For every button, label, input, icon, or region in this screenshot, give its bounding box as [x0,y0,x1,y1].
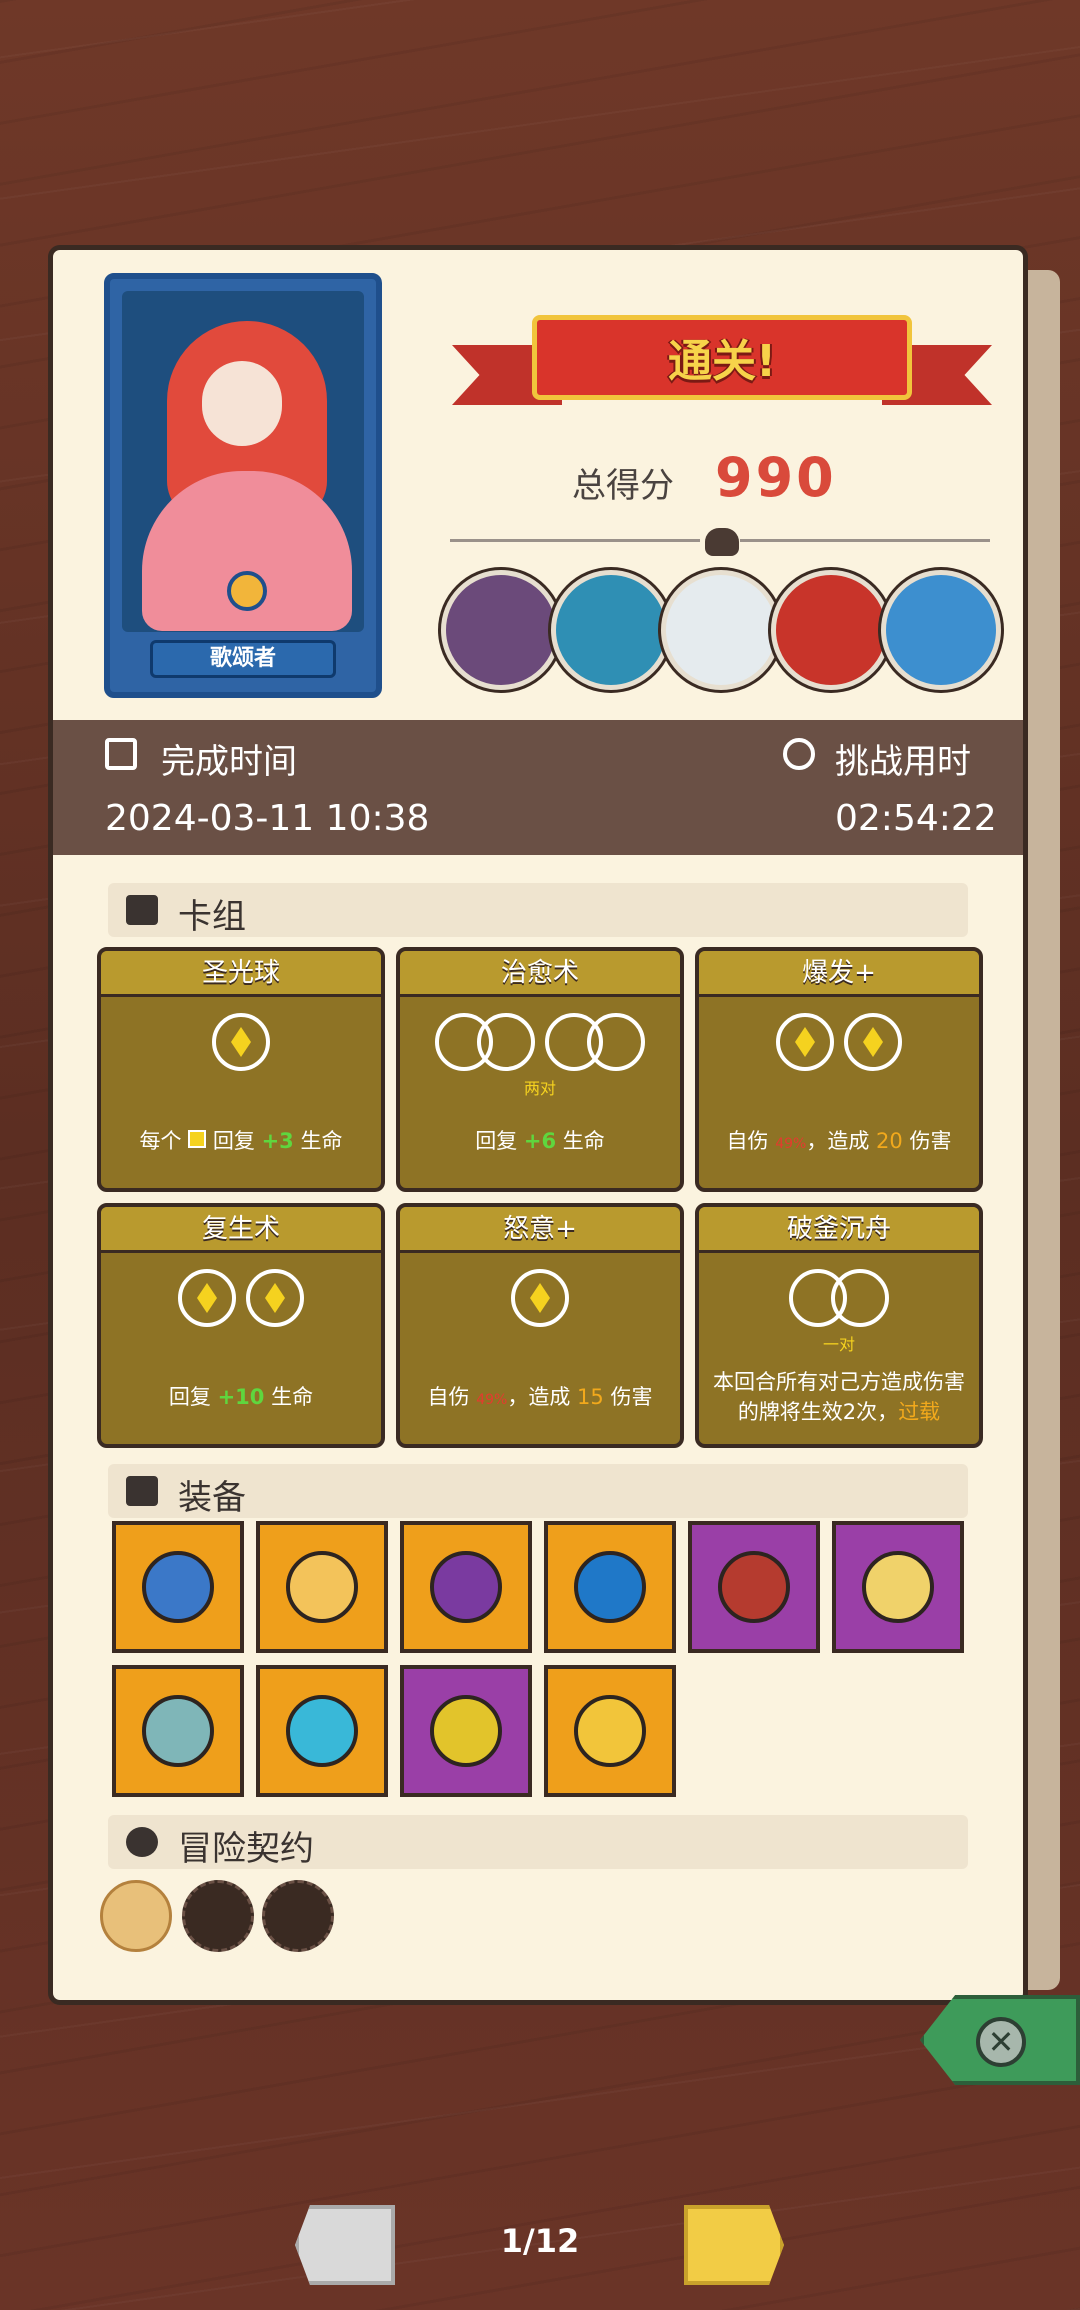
gem-icon [188,1130,207,1148]
score-label: 总得分 [572,466,674,506]
boss-portrait[interactable] [881,570,1001,690]
prev-page-button[interactable] [295,2205,395,2285]
equipment-slot[interactable] [400,1665,532,1797]
golden-eye-box-icon [430,1695,502,1767]
banner-title: 通关! [667,336,777,387]
card-description: 本回合所有对己方造成伤害的牌将生效2次，过载 [713,1370,965,1424]
gem-slot [844,1013,902,1071]
card-title: 圣光球 [101,951,381,997]
scroll-icon[interactable] [100,1880,172,1952]
stopwatch-icon [783,738,815,770]
divider-line-right [740,539,990,542]
equipment-slot[interactable] [400,1521,532,1653]
golden-compass-icon [862,1551,934,1623]
card-title: 破釜沉舟 [699,1207,979,1253]
cards-icon [126,895,158,925]
green-potion-icon[interactable] [262,1880,334,1952]
card-description: 回复 +10 生命 [168,1385,314,1409]
next-page-button[interactable] [684,2205,784,2285]
score-value: 990 [715,446,837,509]
equipment-slot[interactable] [112,1521,244,1653]
equipment-title: 装备 [178,1478,246,1518]
card-description: 每个 回复 +3 生命 [139,1129,343,1153]
card-title: 复生术 [101,1207,381,1253]
finish-time-value: 2024-03-11 10:38 [105,798,430,839]
boss-list [441,570,1011,695]
challenge-time-label: 挑战用时 [835,742,971,782]
hero-name: 歌颂者 [150,640,336,678]
gem-slot [511,1269,569,1327]
card-slots [400,1269,680,1339]
skill-card[interactable]: 圣光球 每个 回复 +3 生命 [97,947,385,1192]
victory-banner: 通关! [452,285,992,435]
teal-vase-icon [142,1695,214,1767]
skill-card[interactable]: 复生术 回复 +10 生命 [97,1203,385,1448]
boss-portrait[interactable] [661,570,781,690]
skull-icon [705,528,739,556]
finish-time-label: 完成时间 [161,742,297,782]
card-slots [101,1013,381,1083]
calendar-icon [105,738,137,770]
divider-line-left [450,539,700,542]
card-slots [101,1269,381,1339]
contracts-title: 冒险契约 [178,1829,314,1869]
challenge-time-value: 02:54:22 [835,798,997,839]
card-title: 治愈术 [400,951,680,997]
pair-slot [545,1013,645,1083]
gem-slot [212,1013,270,1071]
card-slots [400,1013,680,1083]
hero-face [202,361,282,446]
crystal-crown-icon [286,1695,358,1767]
cube-icon [126,1476,158,1506]
pair-slot [435,1013,535,1083]
card-description: 回复 +6 生命 [475,1129,605,1153]
red-bracelet-icon [718,1551,790,1623]
skill-card[interactable]: 破釜沉舟 一对 本回合所有对己方造成伤害的牌将生效2次，过载 [695,1203,983,1448]
equipment-slot[interactable] [832,1521,964,1653]
gem-slot [246,1269,304,1327]
contracts-section-header: 冒险契约 [108,1815,968,1869]
equipment-slot[interactable] [256,1665,388,1797]
equipment-slot[interactable] [544,1665,676,1797]
spiked-orb-icon [142,1551,214,1623]
close-icon: ✕ [976,2017,1026,2067]
boss-portrait[interactable] [441,570,561,690]
pair-slot [789,1269,889,1339]
skill-card[interactable]: 怒意+ 自伤 49%，造成 15 伤害 [396,1203,684,1448]
overload-link[interactable]: 过载 [898,1400,940,1424]
boss-portrait[interactable] [771,570,891,690]
slot-note: 一对 [822,1335,855,1354]
boss-portrait[interactable] [551,570,671,690]
skill-card[interactable]: 爆发+ 自伤 49%，造成 20 伤害 [695,947,983,1192]
gem-slot [178,1269,236,1327]
treasure-bag-icon [286,1551,358,1623]
card-slots [699,1269,979,1339]
purple-hood-icon [430,1551,502,1623]
card-description: 自伤 49%，造成 20 伤害 [726,1129,952,1153]
equipment-slot[interactable] [112,1665,244,1797]
equipment-slot[interactable] [544,1521,676,1653]
green-lizard-icon[interactable] [182,1880,254,1952]
equipment-slot[interactable] [256,1521,388,1653]
swirl-orb-key-icon [574,1551,646,1623]
card-description: 自伤 49%，造成 15 伤害 [427,1385,653,1409]
deck-title: 卡组 [178,897,246,937]
card-slots [699,1013,979,1083]
gold-crown-icon [574,1695,646,1767]
card-title: 爆发+ [699,951,979,997]
hero-card: 歌颂者 [104,273,382,698]
page-indicator: 1/12 [500,2222,580,2260]
medal-icon [227,571,267,611]
gem-slot [776,1013,834,1071]
slot-note: 两对 [523,1079,556,1098]
deck-section-header: 卡组 [108,883,968,937]
card-title: 怒意+ [400,1207,680,1253]
equipment-section-header: 装备 [108,1464,968,1518]
skill-card[interactable]: 治愈术 两对 回复 +6 生命 [396,947,684,1192]
equipment-slot[interactable] [688,1521,820,1653]
person-icon [126,1827,158,1857]
time-bar: 完成时间 2024-03-11 10:38 挑战用时 02:54:22 [53,720,1023,855]
